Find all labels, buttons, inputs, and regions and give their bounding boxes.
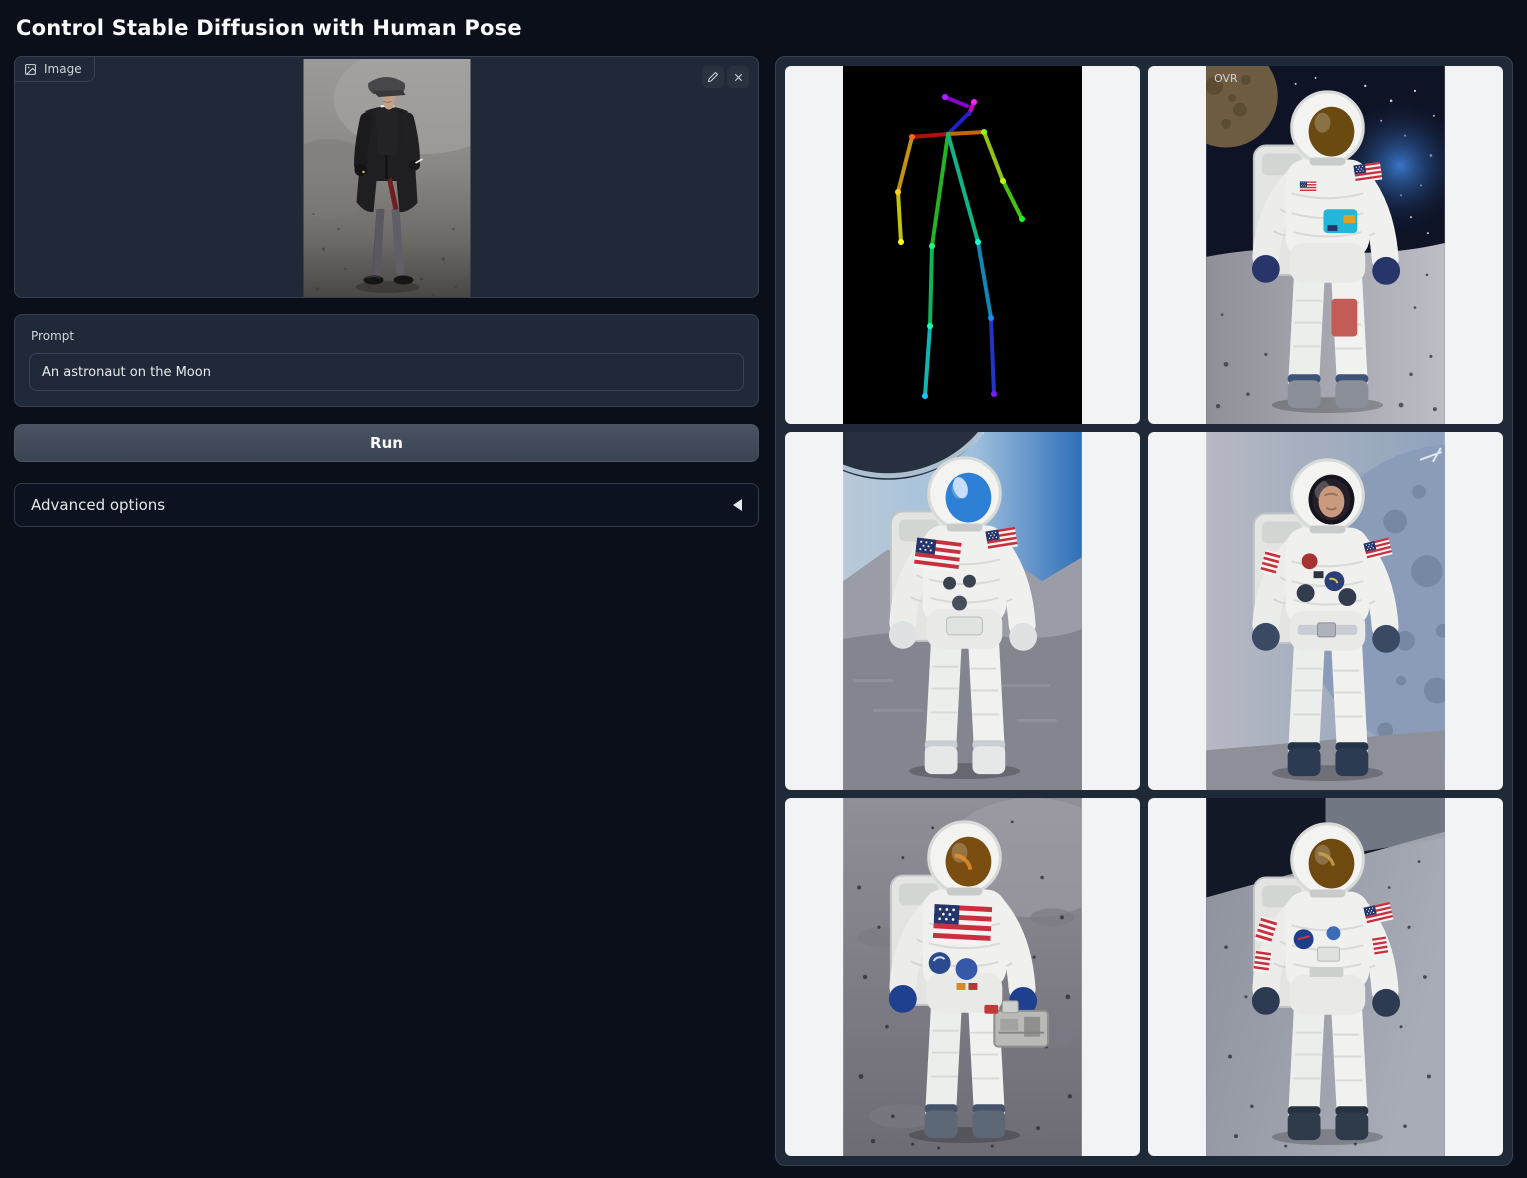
prompt-block: Prompt: [14, 314, 759, 407]
input-image-art: [303, 59, 470, 297]
x-icon: [733, 72, 744, 83]
generated-image-art: [1206, 798, 1445, 1156]
app: Control Stable Diffusion with Human Pose…: [0, 0, 1527, 1178]
clear-image-button[interactable]: [727, 66, 749, 88]
image-icon: [24, 63, 37, 76]
edit-image-button[interactable]: [702, 66, 724, 88]
image-label: Image: [44, 62, 82, 76]
prompt-input[interactable]: [29, 353, 744, 391]
run-button[interactable]: Run: [14, 424, 759, 462]
input-image-block: Image: [14, 56, 759, 298]
input-image[interactable]: [303, 59, 470, 297]
svg-text:OVR: OVR: [1214, 72, 1238, 85]
pose-skeleton-art: [843, 66, 1082, 424]
image-label-badge: Image: [15, 57, 95, 82]
generated-image-art: [1206, 432, 1445, 790]
gallery-item-result-2[interactable]: [785, 432, 1140, 790]
generated-image-art: [843, 432, 1082, 790]
pencil-icon: [707, 71, 719, 83]
prompt-label: Prompt: [31, 329, 744, 343]
gallery-item-result-4[interactable]: [785, 798, 1140, 1156]
advanced-options-label: Advanced options: [31, 496, 165, 514]
gallery-item-result-1[interactable]: OVR: [1148, 66, 1503, 424]
gallery-item-pose[interactable]: [785, 66, 1140, 424]
generated-image-art: [843, 798, 1082, 1156]
advanced-options-accordion[interactable]: Advanced options: [14, 483, 759, 527]
output-gallery: OVR: [775, 56, 1513, 1166]
gallery-item-result-5[interactable]: [1148, 798, 1503, 1156]
triangle-left-icon: [733, 499, 742, 511]
page-title: Control Stable Diffusion with Human Pose: [14, 14, 1513, 56]
generated-image-art: OVR: [1206, 66, 1445, 424]
gallery-item-result-3[interactable]: [1148, 432, 1503, 790]
